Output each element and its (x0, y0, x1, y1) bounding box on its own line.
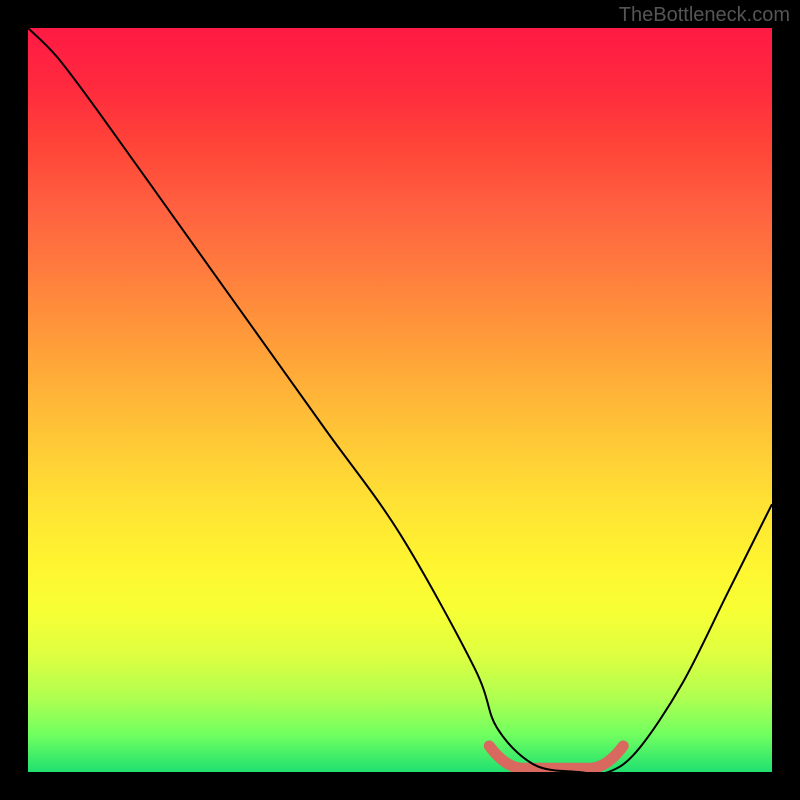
chart-plot-area (28, 28, 772, 772)
bottleneck-curve-line (28, 28, 772, 772)
attribution-text: TheBottleneck.com (619, 4, 790, 27)
highlight-band (489, 746, 623, 768)
chart-svg (28, 28, 772, 772)
